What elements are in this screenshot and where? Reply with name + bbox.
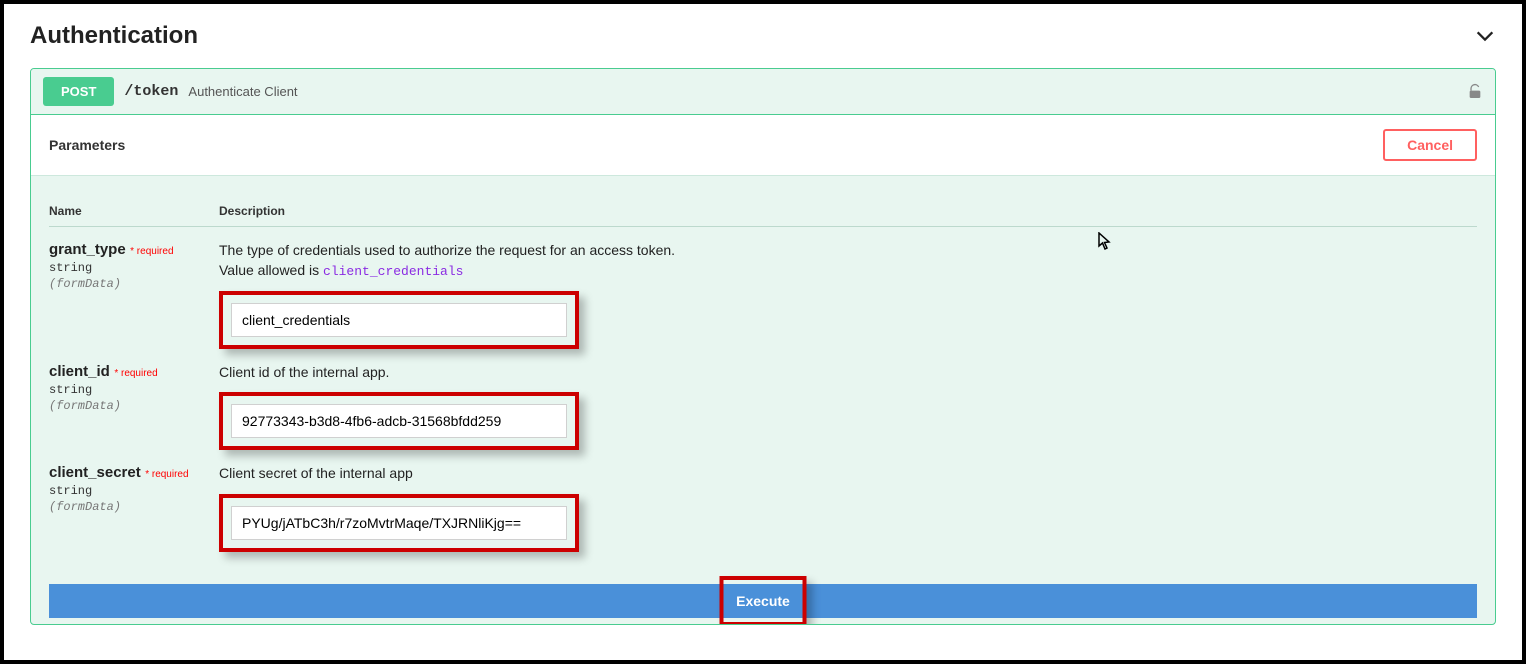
highlighted-input-wrap (219, 392, 579, 450)
param-type: string (49, 383, 219, 397)
chevron-down-icon[interactable] (1474, 25, 1496, 47)
param-row-client-id: client_id * required string (formData) C… (49, 349, 1477, 451)
param-name-block: client_id * required string (formData) (49, 363, 219, 413)
param-in: (formData) (49, 399, 219, 413)
endpoint-path: /token (124, 83, 178, 100)
endpoint-summary: Authenticate Client (188, 84, 297, 99)
required-marker: * required (130, 246, 173, 257)
parameters-bar: Parameters Cancel (31, 114, 1495, 176)
desc-prefix: Value allowed is (219, 262, 323, 278)
column-header-name: Name (49, 204, 219, 218)
client-id-input[interactable] (231, 404, 567, 438)
column-header-description: Description (219, 204, 1477, 218)
param-description: Client secret of the internal app (219, 464, 1477, 484)
method-badge: POST (43, 77, 114, 106)
execute-button[interactable]: Execute (49, 584, 1477, 618)
unlock-icon[interactable] (1467, 83, 1483, 101)
required-marker: * required (114, 368, 157, 379)
highlighted-input-wrap (219, 494, 579, 552)
parameters-table: Name Description grant_type * required s… (31, 176, 1495, 562)
execute-button-label: Execute (736, 593, 790, 609)
execute-button-wrap: Execute (31, 562, 1495, 624)
parameters-label: Parameters (49, 137, 125, 153)
endpoint-header[interactable]: POST /token Authenticate Client (31, 69, 1495, 114)
param-desc-block: Client id of the internal app. (219, 363, 1477, 451)
param-row-grant-type: grant_type * required string (formData) … (49, 227, 1477, 349)
section-header: Authentication (30, 22, 1496, 50)
param-description-line1: The type of credentials used to authoriz… (219, 241, 1477, 261)
param-desc-block: The type of credentials used to authoriz… (219, 241, 1477, 349)
param-desc-block: Client secret of the internal app (219, 464, 1477, 552)
highlighted-input-wrap (219, 291, 579, 349)
param-name: client_id (49, 363, 110, 380)
inline-code: client_credentials (323, 264, 463, 279)
param-name: grant_type (49, 241, 126, 258)
param-row-client-secret: client_secret * required string (formDat… (49, 450, 1477, 552)
param-name-block: grant_type * required string (formData) (49, 241, 219, 291)
section-title: Authentication (30, 22, 198, 50)
client-secret-input[interactable] (231, 506, 567, 540)
param-name-block: client_secret * required string (formDat… (49, 464, 219, 514)
param-type: string (49, 261, 219, 275)
param-in: (formData) (49, 500, 219, 514)
param-name: client_secret (49, 464, 141, 481)
param-in: (formData) (49, 277, 219, 291)
param-description-line2: Value allowed is client_credentials (219, 261, 1477, 281)
cancel-button[interactable]: Cancel (1383, 129, 1477, 161)
table-header-row: Name Description (49, 186, 1477, 227)
param-type: string (49, 484, 219, 498)
param-description: Client id of the internal app. (219, 363, 1477, 383)
required-marker: * required (145, 469, 188, 480)
endpoint-block: POST /token Authenticate Client Paramete… (30, 68, 1496, 625)
grant-type-input[interactable] (231, 303, 567, 337)
